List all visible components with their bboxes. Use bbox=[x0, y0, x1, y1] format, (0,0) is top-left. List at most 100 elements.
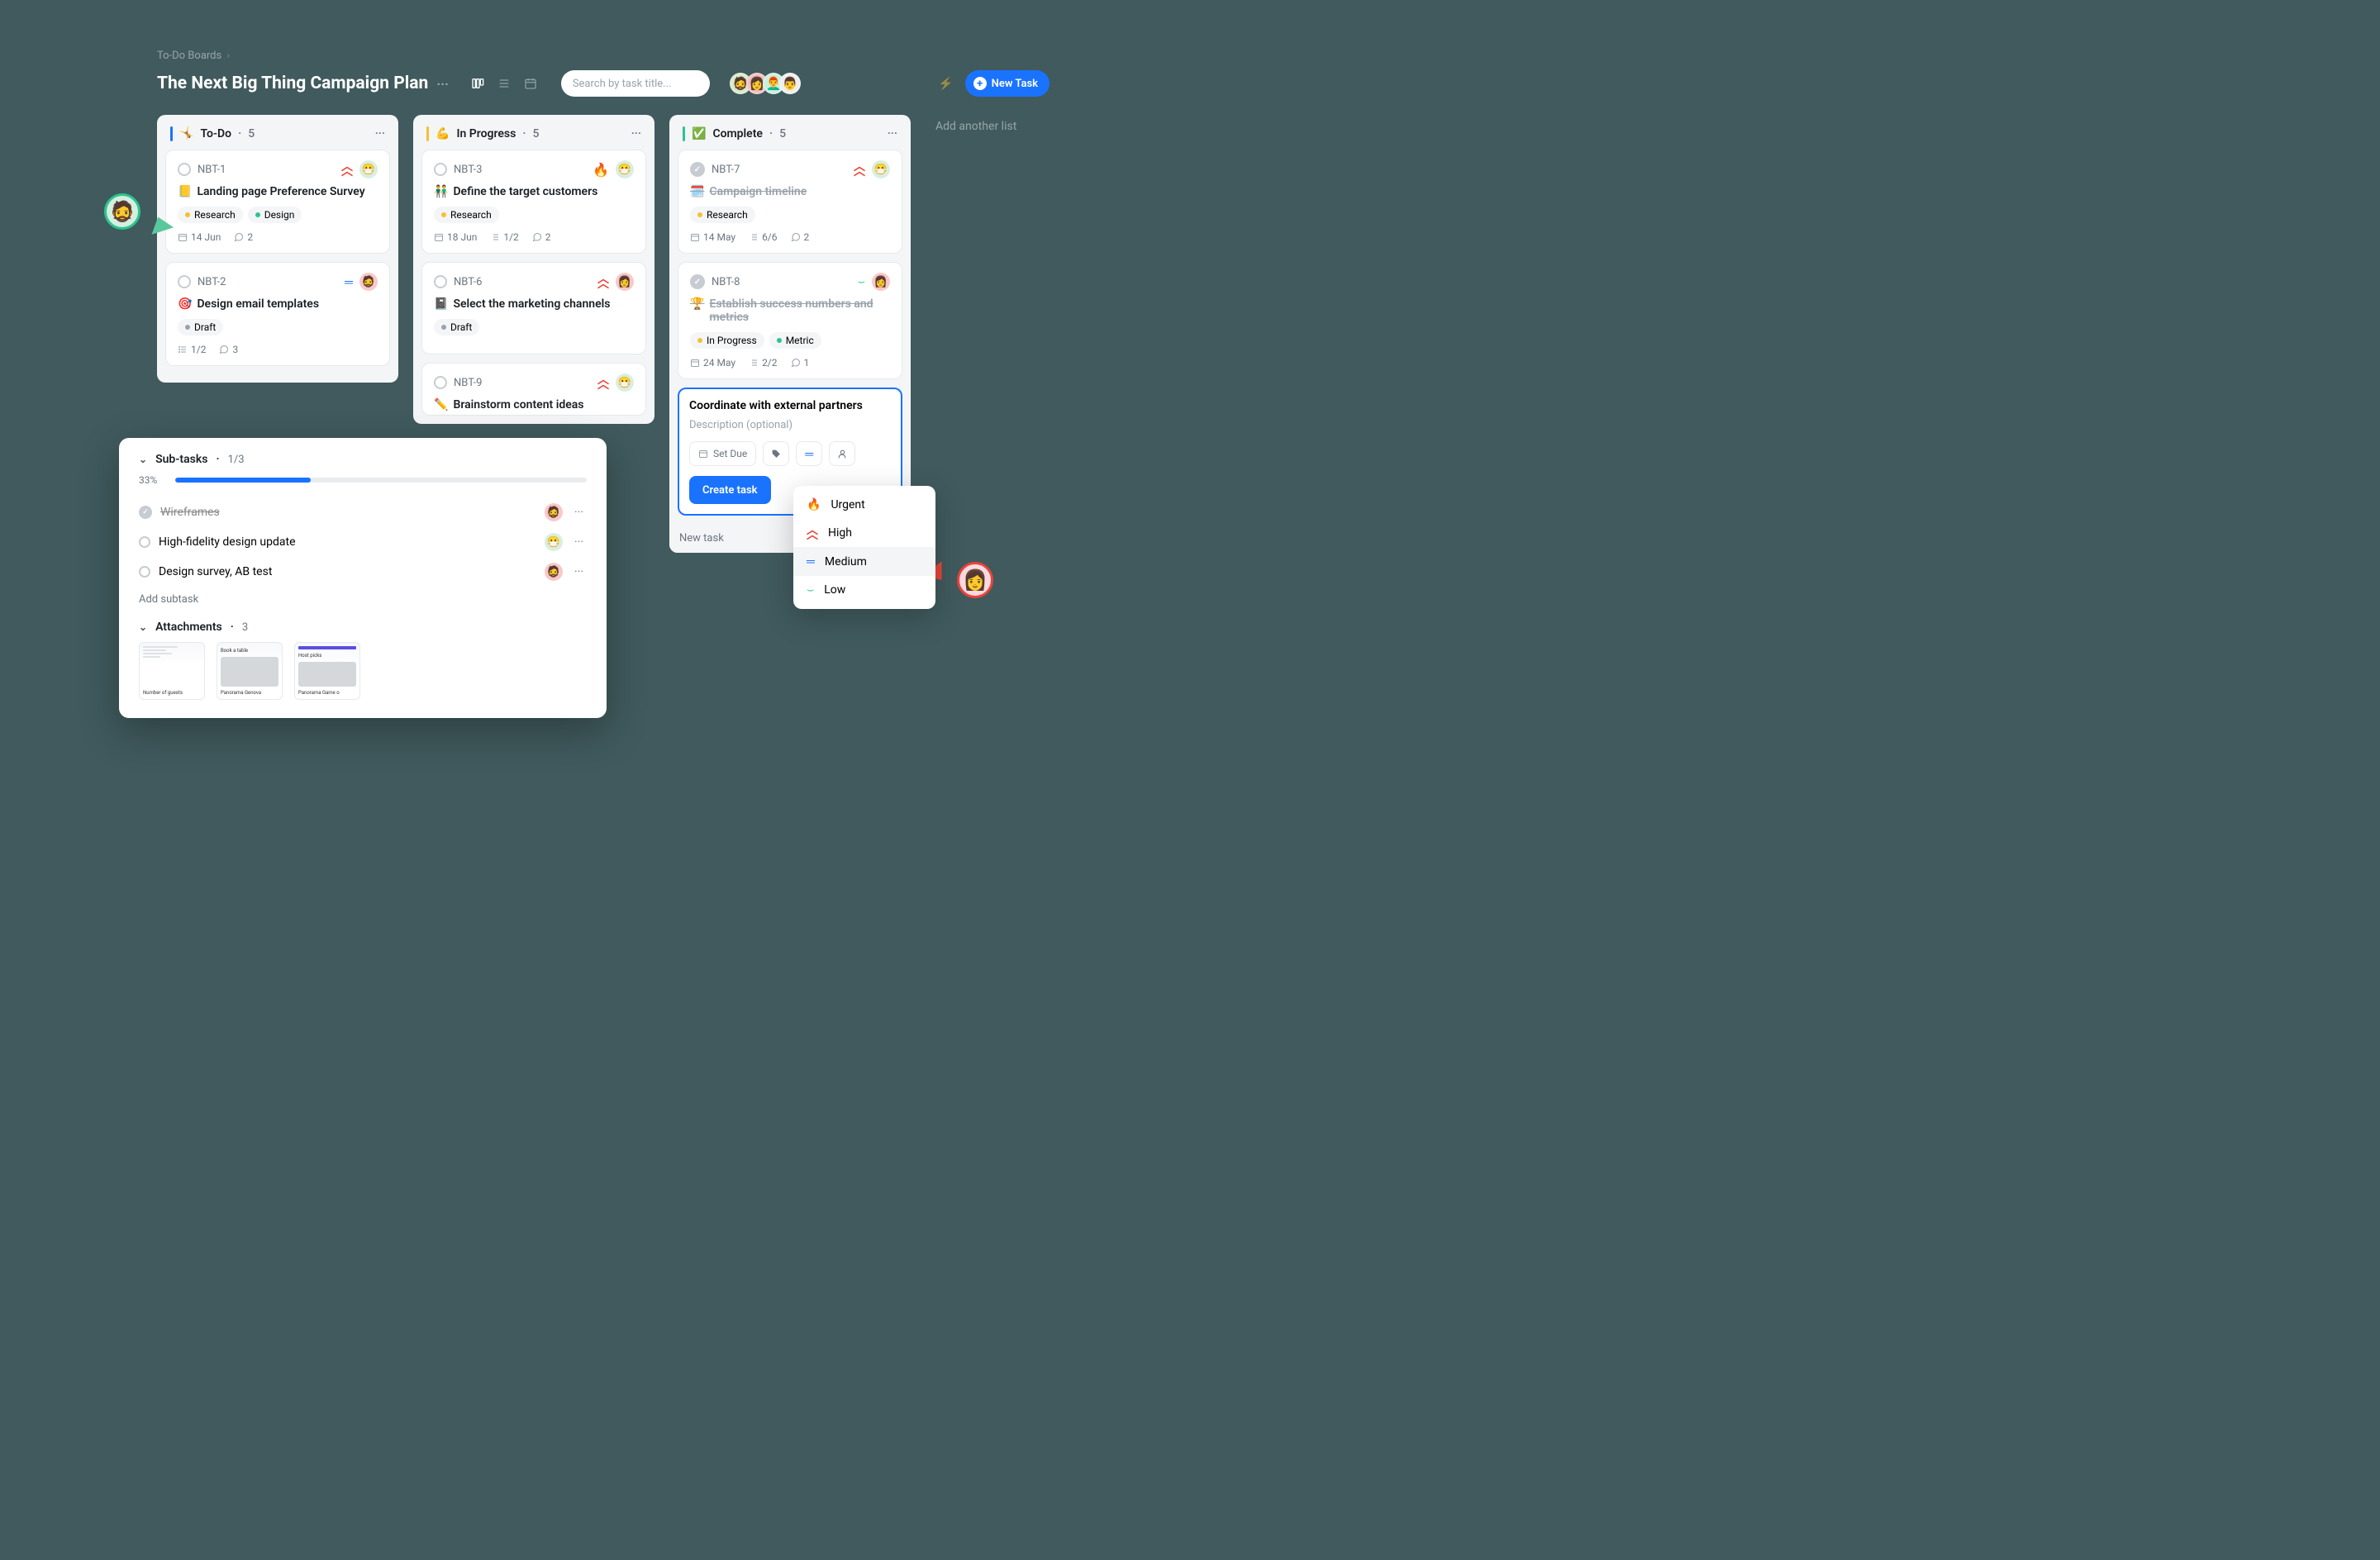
column-more-button[interactable]: ··· bbox=[631, 127, 641, 140]
assignee-avatar[interactable]: 😷 bbox=[872, 160, 890, 178]
tag[interactable]: Design bbox=[248, 207, 302, 223]
list-view-icon[interactable] bbox=[497, 76, 512, 91]
comment-count[interactable]: 1 bbox=[791, 357, 810, 369]
priority-option-urgent[interactable]: 🔥 Urgent bbox=[793, 491, 935, 519]
complete-checkbox[interactable] bbox=[139, 566, 150, 578]
new-task-button[interactable]: + New Task bbox=[965, 70, 1050, 97]
priority-option-medium[interactable]: ═ Medium bbox=[793, 547, 935, 576]
subtask-item[interactable]: ✓ Wireframes 🧔 ··· bbox=[139, 497, 587, 527]
assignee-avatar[interactable]: 👩 bbox=[616, 273, 634, 291]
task-card[interactable]: NBT-6 ︿︿ 👩 📓 Select the marketing channe… bbox=[421, 262, 646, 354]
add-subtask-button[interactable]: Add subtask bbox=[139, 593, 587, 606]
assignee-avatar[interactable]: 🧔 bbox=[545, 503, 563, 521]
task-title: Design email templates bbox=[197, 297, 319, 311]
new-task-description-input[interactable]: Description (optional) bbox=[689, 419, 891, 431]
assignee-avatar[interactable]: 🧔 bbox=[359, 273, 378, 291]
column-count: 5 bbox=[779, 127, 786, 140]
collaborator-avatars[interactable]: 🧔 👩 👨‍🦰 👨 bbox=[730, 73, 801, 94]
column-more-button[interactable]: ··· bbox=[888, 127, 897, 140]
complete-checkbox-done[interactable]: ✓ bbox=[139, 506, 152, 519]
task-id: NBT-6 bbox=[454, 276, 482, 288]
priority-option-high[interactable]: ︿︿ High bbox=[793, 519, 935, 547]
create-task-button[interactable]: Create task bbox=[689, 476, 771, 504]
board-view-icon[interactable] bbox=[470, 76, 485, 91]
chevron-down-icon[interactable]: ⌄ bbox=[139, 621, 147, 633]
task-card[interactable]: NBT-3 🔥 😷 👬 Define the target customers … bbox=[421, 150, 646, 254]
set-due-button[interactable]: Set Due bbox=[689, 441, 756, 466]
chevron-down-icon[interactable]: ⌄ bbox=[139, 454, 147, 465]
comment-count[interactable]: 3 bbox=[219, 344, 238, 355]
task-card[interactable]: NBT-9 ︿︿ 😷 ✏️ Brainstorm content ideas bbox=[421, 363, 646, 416]
assignee-avatar[interactable]: 😷 bbox=[545, 533, 563, 551]
board-header: The Next Big Thing Campaign Plan ··· 🧔 👩… bbox=[157, 70, 1050, 97]
search-input[interactable] bbox=[561, 70, 710, 97]
column-more-button[interactable]: ··· bbox=[375, 127, 385, 140]
column-in-progress: 💪 In Progress · 5 ··· NBT-3 🔥 😷 👬 D bbox=[413, 115, 654, 424]
tag[interactable]: Metric bbox=[769, 332, 821, 349]
add-list-button[interactable]: Add another list bbox=[926, 115, 1026, 138]
assignee-avatar[interactable]: 🧔 bbox=[545, 563, 563, 581]
tag[interactable]: Draft bbox=[434, 319, 479, 335]
task-id: NBT-7 bbox=[712, 164, 740, 176]
complete-checkbox-done[interactable]: ✓ bbox=[690, 274, 705, 289]
complete-checkbox[interactable] bbox=[434, 376, 447, 389]
attachment-thumbnail[interactable]: Number of guests bbox=[139, 642, 205, 700]
assignee-avatar[interactable]: 😷 bbox=[616, 160, 634, 178]
comment-count[interactable]: 2 bbox=[791, 231, 810, 243]
plus-icon: + bbox=[973, 77, 987, 90]
task-card[interactable]: ✓ NBT-7 ︿︿ 😷 🗓️ Campaign timeline Resear… bbox=[678, 150, 902, 254]
complete-checkbox[interactable] bbox=[178, 163, 191, 176]
due-date: 14 May bbox=[690, 231, 735, 243]
calendar-view-icon[interactable] bbox=[523, 76, 538, 91]
subtasks-heading: Sub-tasks bbox=[155, 453, 207, 466]
tag[interactable]: Research bbox=[434, 207, 499, 223]
tag[interactable]: Draft bbox=[178, 319, 223, 335]
set-assignee-button[interactable] bbox=[829, 441, 855, 466]
task-card[interactable]: NBT-2 ═ 🧔 🎯 Design email templates Draft… bbox=[165, 262, 390, 366]
subtask-title: Design survey, AB test bbox=[159, 565, 272, 578]
avatar[interactable]: 👨 bbox=[779, 73, 801, 94]
board-more-button[interactable]: ··· bbox=[436, 76, 448, 92]
breadcrumb-root[interactable]: To-Do Boards bbox=[157, 50, 221, 62]
complete-checkbox[interactable] bbox=[434, 163, 447, 176]
set-priority-button[interactable]: ═ bbox=[796, 441, 822, 466]
column-emoji: 💪 bbox=[436, 127, 450, 140]
tag[interactable]: Research bbox=[178, 207, 243, 223]
subtask-item[interactable]: High-fidelity design update 😷 ··· bbox=[139, 527, 587, 557]
column-color-bar bbox=[683, 126, 685, 141]
task-card[interactable]: ✓ NBT-8 ⌣ 👩 🏆 Establish success numbers … bbox=[678, 262, 902, 379]
column-emoji: ✅ bbox=[692, 127, 706, 140]
tag[interactable]: In Progress bbox=[690, 332, 764, 349]
task-card[interactable]: NBT-1 ︿︿ 😷 📒 Landing page Preference Sur… bbox=[165, 150, 390, 254]
column-title: In Progress bbox=[456, 127, 516, 140]
automation-icon[interactable]: ⚡ bbox=[938, 76, 954, 91]
priority-dropdown: 🔥 Urgent ︿︿ High ═ Medium ⌣ Low bbox=[793, 486, 935, 609]
subtask-more-button[interactable]: ··· bbox=[571, 506, 587, 519]
subtask-more-button[interactable]: ··· bbox=[571, 535, 587, 549]
complete-checkbox[interactable] bbox=[178, 275, 191, 288]
priority-high-icon: ︿︿ bbox=[854, 164, 865, 175]
complete-checkbox-done[interactable]: ✓ bbox=[690, 162, 705, 177]
set-tag-button[interactable] bbox=[763, 441, 789, 466]
subtask-item[interactable]: Design survey, AB test 🧔 ··· bbox=[139, 557, 587, 587]
column-count: 5 bbox=[248, 127, 255, 140]
flame-icon: 🔥 bbox=[807, 498, 821, 511]
complete-checkbox[interactable] bbox=[434, 275, 447, 288]
attachment-thumbnail[interactable]: Host picks Panorama Game o bbox=[294, 642, 360, 700]
complete-checkbox[interactable] bbox=[139, 536, 150, 548]
priority-option-low[interactable]: ⌣ Low bbox=[793, 576, 935, 604]
assignee-avatar[interactable]: 😷 bbox=[616, 373, 634, 392]
attachment-thumbnail[interactable]: Book a table Panorama Genova bbox=[217, 642, 283, 700]
assignee-avatar[interactable]: 👩 bbox=[872, 273, 890, 291]
breadcrumb[interactable]: To-Do Boards › bbox=[157, 50, 1050, 62]
comment-count[interactable]: 2 bbox=[234, 231, 253, 243]
task-emoji: 🏆 bbox=[690, 297, 704, 311]
subtask-more-button[interactable]: ··· bbox=[571, 565, 587, 578]
new-task-name-input[interactable]: Coordinate with external partners bbox=[689, 399, 891, 412]
priority-urgent-icon: 🔥 bbox=[593, 162, 609, 178]
assignee-avatar[interactable]: 😷 bbox=[359, 160, 378, 178]
task-emoji: 🗓️ bbox=[690, 185, 704, 198]
new-task-label: New Task bbox=[992, 78, 1038, 90]
comment-count[interactable]: 2 bbox=[532, 231, 551, 243]
tag[interactable]: Research bbox=[690, 207, 755, 223]
